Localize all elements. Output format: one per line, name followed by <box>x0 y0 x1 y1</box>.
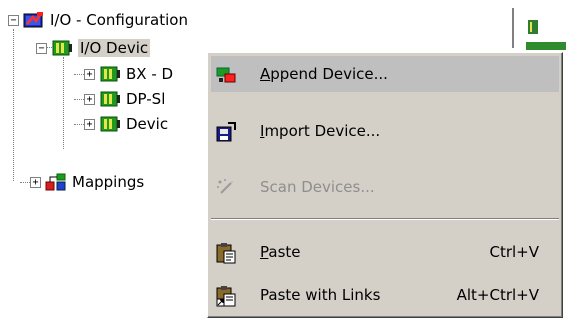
device-card-icon <box>99 115 121 133</box>
tree-connector <box>63 57 64 149</box>
menu-item-label: Paste <box>260 243 301 261</box>
tree-connector <box>20 182 30 183</box>
context-menu: Append Device... Import Device... Scan D… <box>207 52 563 318</box>
panel-divider <box>512 8 514 48</box>
mappings-icon <box>45 173 67 191</box>
project-tree: − I/O - Configuration − I/O Devic + BX -… <box>0 0 240 320</box>
tree-item-label: DP-Sl <box>126 90 166 108</box>
tree-item-label: BX - D <box>126 65 174 83</box>
menu-item-import-device[interactable]: Import Device... <box>211 113 559 149</box>
paste-icon <box>215 242 237 264</box>
menu-item-append-device[interactable]: Append Device... <box>211 56 559 92</box>
menu-item-scan-devices[interactable]: Scan Devices... <box>211 169 559 205</box>
expand-toggle[interactable]: + <box>84 93 95 105</box>
toolbar-icon <box>526 18 540 36</box>
tree-item-device[interactable]: + DP-Sl <box>84 88 165 110</box>
expand-toggle[interactable]: + <box>30 176 41 188</box>
expand-toggle[interactable]: + <box>84 68 95 80</box>
tree-item-io-configuration[interactable]: − I/O - Configuration <box>8 9 188 31</box>
menu-item-paste[interactable]: Paste Ctrl+V <box>211 234 559 270</box>
menu-item-label: Append Device... <box>260 65 388 83</box>
tree-connector <box>13 29 14 181</box>
paste-links-icon <box>215 285 237 307</box>
expand-toggle[interactable]: + <box>84 118 95 130</box>
menu-item-paste-with-links[interactable]: Paste with Links Alt+Ctrl+V <box>211 277 559 313</box>
scan-devices-icon <box>215 177 237 199</box>
collapse-toggle[interactable]: − <box>8 14 19 26</box>
tree-item-io-devices[interactable]: − I/O Devic <box>36 37 151 59</box>
menu-item-label: Paste with Links <box>260 286 381 304</box>
tree-item-label: Devic <box>126 115 169 133</box>
tree-item-device[interactable]: + BX - D <box>84 63 173 85</box>
tree-item-label: I/O - Configuration <box>50 11 188 29</box>
menu-item-label: Scan Devices... <box>260 178 375 196</box>
tree-item-label: I/O Devic <box>78 39 151 57</box>
collapse-toggle[interactable]: − <box>36 42 47 54</box>
tree-item-device[interactable]: + Devic <box>84 113 168 135</box>
device-card-icon <box>99 90 121 108</box>
io-config-icon <box>23 11 45 29</box>
background-bar <box>526 42 566 50</box>
tree-item-mappings[interactable]: + Mappings <box>30 171 144 193</box>
menu-separator <box>211 218 559 220</box>
tree-connector <box>74 124 84 125</box>
tree-connector <box>74 99 84 100</box>
device-card-icon <box>51 39 73 57</box>
append-device-icon <box>215 64 237 86</box>
import-device-icon <box>215 121 237 143</box>
device-card-icon <box>99 65 121 83</box>
menu-item-shortcut: Ctrl+V <box>489 243 539 261</box>
menu-item-shortcut: Alt+Ctrl+V <box>456 286 539 304</box>
tree-item-label: Mappings <box>72 173 145 191</box>
tree-connector <box>74 74 84 75</box>
menu-item-label: Import Device... <box>260 122 381 140</box>
